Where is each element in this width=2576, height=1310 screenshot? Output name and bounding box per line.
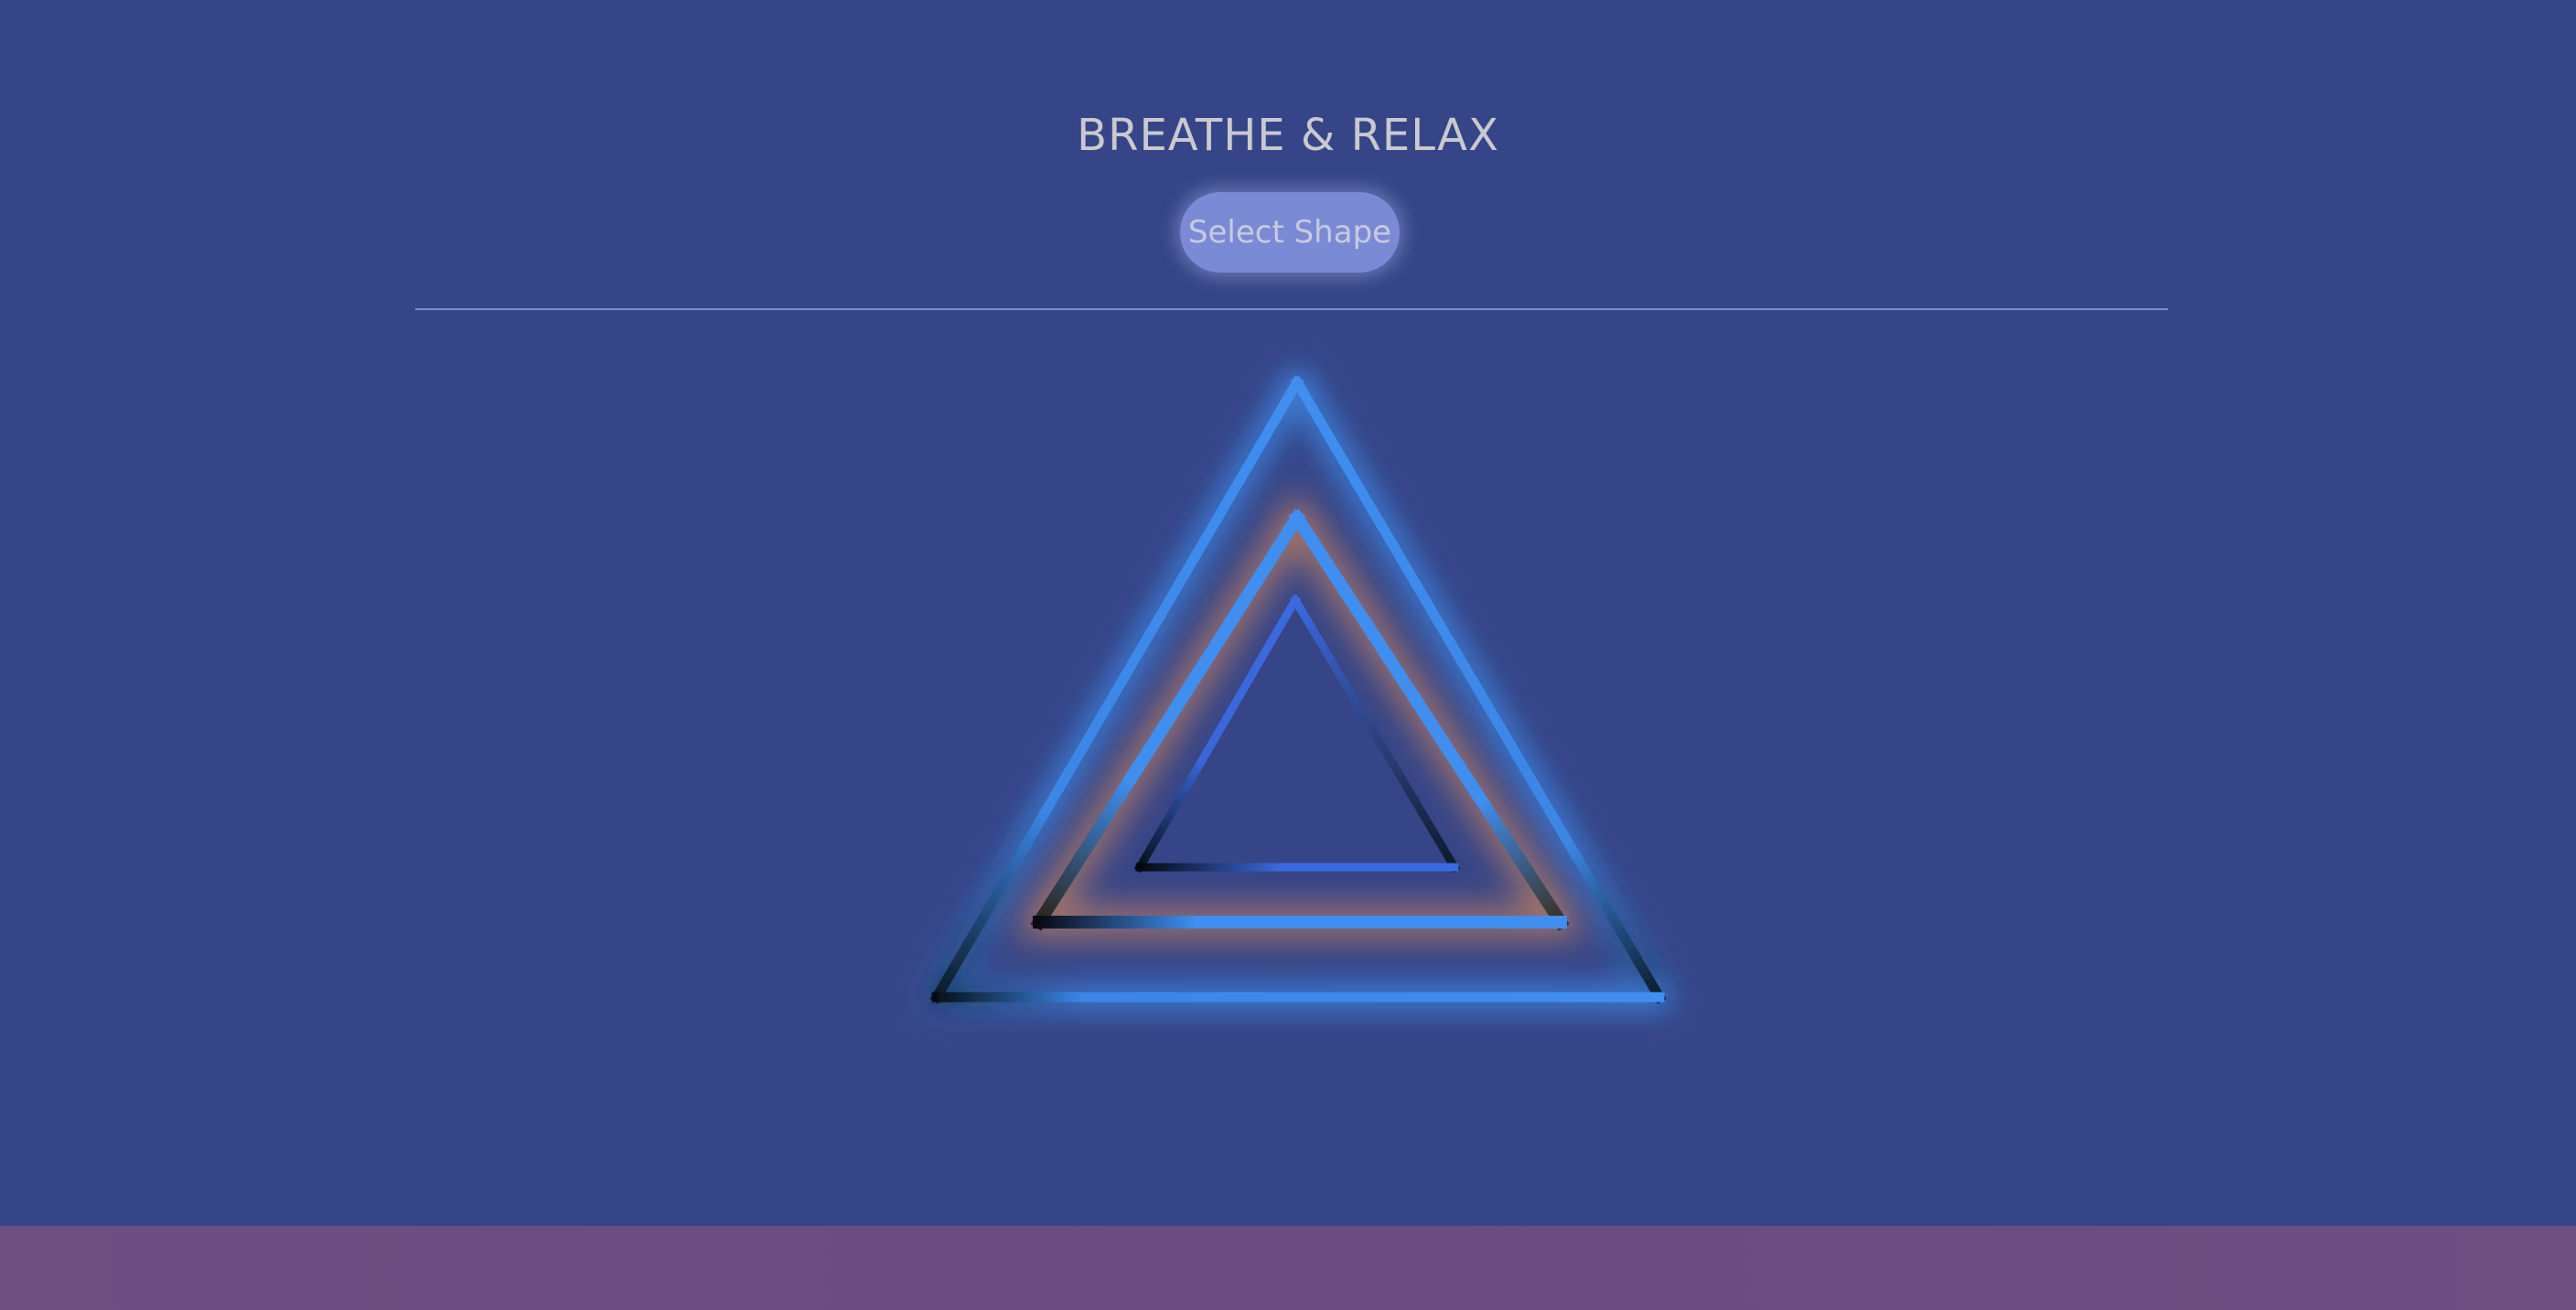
middle-ring	[1030, 509, 1570, 931]
footer-bar	[0, 1226, 2576, 1310]
middle-ring-glow	[1014, 492, 1586, 936]
breathing-shape	[918, 362, 1678, 1007]
breathing-app: BREATHE & RELAX Select Shape	[0, 0, 2576, 1310]
inner-ring	[1133, 594, 1461, 874]
